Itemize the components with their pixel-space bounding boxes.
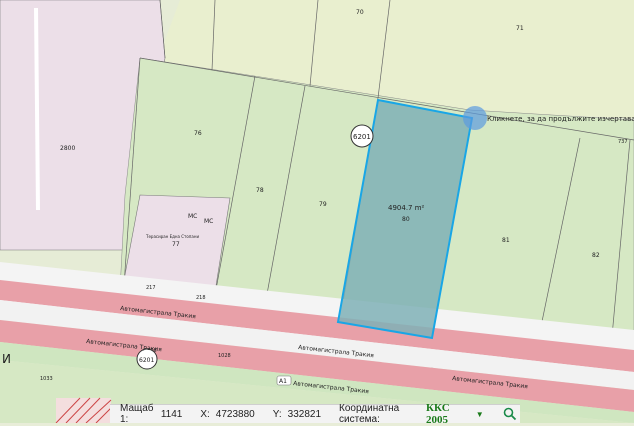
parcel-label-81: 81 — [502, 237, 510, 244]
road-badge-6201-top: 6201 — [350, 124, 374, 148]
parcel-label-79: 79 — [319, 201, 327, 208]
scale-label: Мащаб 1: — [120, 403, 154, 425]
crs-label: Координатна система: — [339, 403, 400, 425]
small-parcel-text: Терасиран Една Стопани — [145, 234, 199, 239]
ms-label-2: МС — [204, 218, 213, 225]
search-icon[interactable] — [500, 406, 520, 423]
parcel-label-77: 77 — [172, 241, 180, 248]
parcel-label-218: 218 — [196, 295, 206, 301]
parcel-label-78: 78 — [256, 187, 264, 194]
letter-left: И — [2, 352, 11, 366]
chevron-down-icon[interactable]: ▼ — [476, 410, 484, 419]
ms-label-1: МС — [188, 213, 197, 220]
draw-cursor-marker[interactable] — [463, 106, 487, 130]
cadastral-map[interactable]: 70 71 2800 76 78 79 80 81 82 77 217 218 … — [0, 0, 634, 423]
parcel-label-1028b: 1028 — [218, 353, 231, 359]
parcel-label-71: 71 — [516, 25, 524, 32]
area-measure-label: 4904.7 m² — [388, 204, 425, 212]
parcel-label-217: 217 — [146, 285, 156, 291]
crs-select[interactable]: ККС 2005 — [426, 402, 464, 426]
scale-value: 1141 — [160, 408, 183, 420]
parcel-label-76: 76 — [194, 130, 202, 137]
svg-text:6201: 6201 — [353, 133, 371, 141]
parcel-label-1033: 1033 — [40, 376, 53, 382]
svg-text:6201: 6201 — [139, 357, 154, 364]
hatched-area — [55, 397, 112, 423]
parcel-label-80: 80 — [402, 216, 410, 223]
y-coordinate-value: 332821 — [287, 408, 322, 420]
x-coordinate-label: X: — [200, 408, 210, 420]
svg-text:A1: A1 — [279, 378, 287, 385]
status-bar: Мащаб 1: 1141 X: 4723880 Y: 332821 Коорд… — [110, 402, 520, 426]
parcel-label-82: 82 — [592, 252, 600, 259]
track-line — [34, 7, 40, 211]
parcel-label-737: 737 — [618, 139, 628, 145]
parcel-label-70: 70 — [356, 9, 364, 16]
draw-hint-tooltip: Кликнете, за да продължите изчертаване н… — [487, 115, 634, 123]
x-coordinate-value: 4723880 — [215, 408, 255, 420]
road-badge-a1: A1 — [276, 375, 292, 386]
y-coordinate-label: Y: — [272, 408, 282, 420]
parcel-label-2800: 2800 — [60, 145, 75, 152]
